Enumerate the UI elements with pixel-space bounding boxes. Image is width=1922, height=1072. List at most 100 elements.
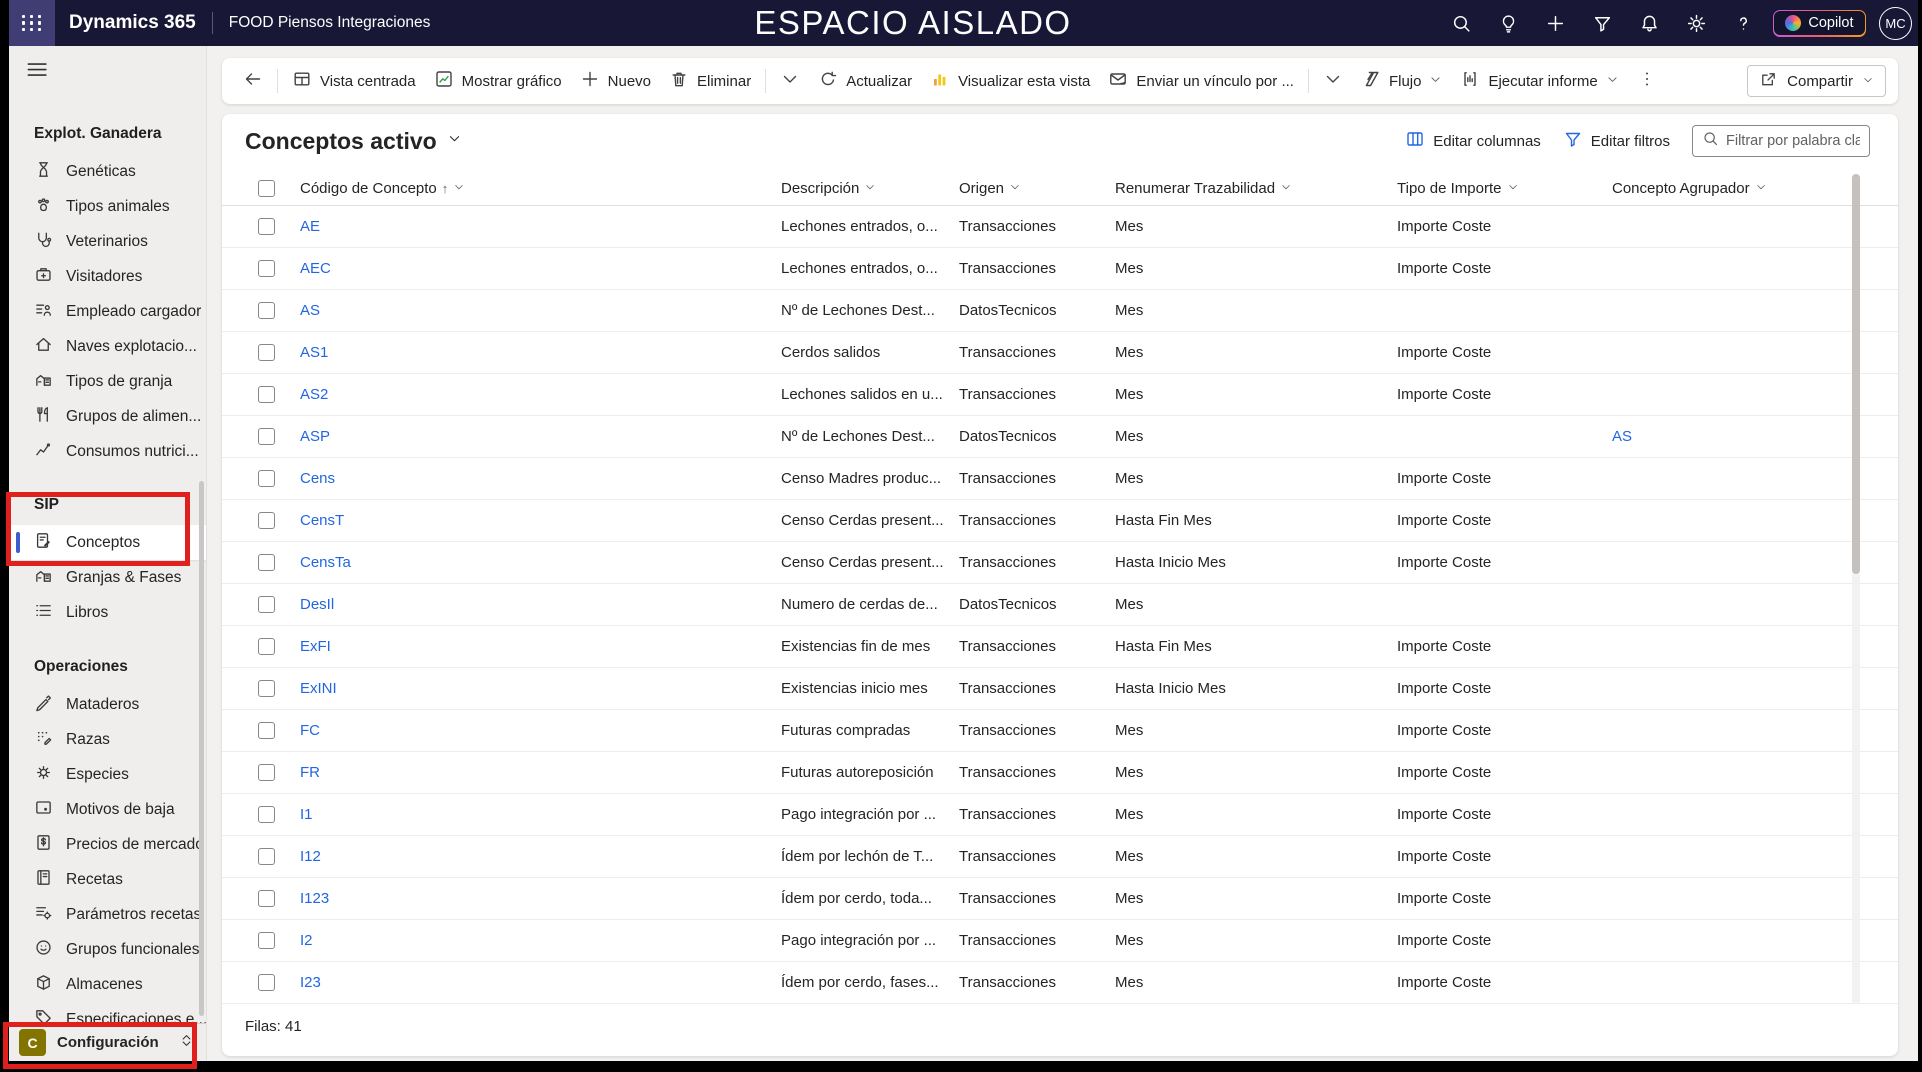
concept-code-link[interactable]: Cens (300, 470, 335, 487)
vista-centrada-button[interactable]: Vista centrada (283, 64, 425, 98)
row-checkbox[interactable] (258, 470, 275, 487)
sidebar-item-precios-de-mercado[interactable]: Precios de mercado (9, 827, 206, 862)
app-name[interactable]: Dynamics 365 (69, 12, 196, 34)
table-row[interactable]: AEC Lechones entrados, o... Transaccione… (222, 248, 1898, 290)
app-launcher-waffle-icon[interactable] (9, 0, 55, 46)
row-checkbox[interactable] (258, 428, 275, 445)
actualizar-button[interactable]: Actualizar (809, 64, 921, 98)
row-checkbox[interactable] (258, 722, 275, 739)
table-row[interactable]: AS1 Cerdos salidos Transacciones Mes Imp… (222, 332, 1898, 374)
row-checkbox[interactable] (258, 386, 275, 403)
concept-code-link[interactable]: CensT (300, 512, 344, 529)
row-checkbox[interactable] (258, 806, 275, 823)
sidebar-item-tipos-de-granja[interactable]: Tipos de granja (9, 364, 206, 399)
row-checkbox[interactable] (258, 596, 275, 613)
sidebar-item-granjas-&-fases[interactable]: Granjas & Fases (9, 560, 206, 595)
keyword-filter-input[interactable] (1726, 133, 1860, 149)
row-checkbox[interactable] (258, 260, 275, 277)
table-row[interactable]: ASP Nº de Lechones Dest... DatosTecnicos… (222, 416, 1898, 458)
row-checkbox[interactable] (258, 218, 275, 235)
row-checkbox[interactable] (258, 512, 275, 529)
concept-code-link[interactable]: AS1 (300, 344, 328, 361)
sidebar-item-conceptos[interactable]: Conceptos (9, 525, 206, 560)
sidebar-item-motivos-de-baja[interactable]: Motivos de baja (9, 792, 206, 827)
chevron-down-icon[interactable] (447, 131, 462, 151)
more-vertical-button[interactable] (1628, 64, 1666, 98)
table-scrollbar-thumb[interactable] (1852, 174, 1860, 574)
copilot-button[interactable]: Copilot (1773, 10, 1866, 37)
table-row[interactable]: ExFI Existencias fin de mes Transaccione… (222, 626, 1898, 668)
column-header-descripción[interactable]: Descripción (781, 180, 959, 197)
sidebar-area-switcher[interactable]: C Configuración (9, 1023, 206, 1061)
row-checkbox[interactable] (258, 302, 275, 319)
plus-icon[interactable] (1532, 0, 1579, 46)
concept-code-link[interactable]: I23 (300, 974, 321, 991)
concept-code-link[interactable]: DesIl (300, 596, 334, 613)
table-row[interactable]: FR Futuras autoreposición Transacciones … (222, 752, 1898, 794)
lightbulb-icon[interactable] (1485, 0, 1532, 46)
concept-code-link[interactable]: ExFI (300, 638, 331, 655)
table-row[interactable]: Cens Censo Madres produc... Transaccione… (222, 458, 1898, 500)
table-row[interactable]: I123 Ídem por cerdo, toda... Transaccion… (222, 878, 1898, 920)
sidebar-item-grupos-funcionales[interactable]: Grupos funcionales (9, 932, 206, 967)
table-row[interactable]: AS2 Lechones salidos en u... Transaccion… (222, 374, 1898, 416)
table-row[interactable]: I23 Ídem por cerdo, fases... Transaccion… (222, 962, 1898, 1004)
row-checkbox[interactable] (258, 932, 275, 949)
row-checkbox[interactable] (258, 890, 275, 907)
edit-filters-button[interactable]: Editar filtros (1563, 129, 1670, 153)
concept-code-link[interactable]: AE (300, 218, 320, 235)
column-header-renumerar-trazabilidad[interactable]: Renumerar Trazabilidad (1115, 180, 1397, 197)
chevron-down-button[interactable] (1314, 64, 1352, 98)
concept-code-link[interactable]: AS2 (300, 386, 328, 403)
row-checkbox[interactable] (258, 764, 275, 781)
concept-code-link[interactable]: I2 (300, 932, 313, 949)
concept-code-link[interactable]: AS (300, 302, 320, 319)
sidebar-item-especies[interactable]: Especies (9, 757, 206, 792)
sidebar-item-gen-ticas[interactable]: Genéticas (9, 154, 206, 189)
sidebar-item-naves-explotacio[interactable]: Naves explotacio... (9, 329, 206, 364)
select-all-checkbox[interactable] (258, 180, 275, 197)
row-checkbox[interactable] (258, 554, 275, 571)
row-checkbox[interactable] (258, 848, 275, 865)
view-selector-title[interactable]: Conceptos activo (245, 128, 437, 155)
back-button[interactable] (234, 64, 272, 98)
concepto-agrupador-link[interactable]: AS (1612, 428, 1632, 445)
sidebar-item-libros[interactable]: Libros (9, 595, 206, 630)
sidebar-item-grupos-de-alimen[interactable]: Grupos de alimen... (9, 399, 206, 434)
table-row[interactable]: AS Nº de Lechones Dest... DatosTecnicos … (222, 290, 1898, 332)
sidebar-item-almacenes[interactable]: Almacenes (9, 967, 206, 1002)
chevron-down-button[interactable] (771, 64, 809, 98)
search-icon[interactable] (1438, 0, 1485, 46)
mostrar-gráfico-button[interactable]: Mostrar gráfico (425, 64, 571, 98)
sidebar-item-especificaciones-e[interactable]: Especificaciones e... (9, 1002, 206, 1023)
table-row[interactable]: CensT Censo Cerdas present... Transaccio… (222, 500, 1898, 542)
row-checkbox[interactable] (258, 974, 275, 991)
concept-code-link[interactable]: I12 (300, 848, 321, 865)
concept-code-link[interactable]: I1 (300, 806, 313, 823)
ejecutar-informe-button[interactable]: Ejecutar informe (1451, 64, 1627, 98)
table-row[interactable]: FC Futuras compradas Transacciones Mes I… (222, 710, 1898, 752)
sidebar-item-tipos-animales[interactable]: Tipos animales (9, 189, 206, 224)
table-row[interactable]: I2 Pago integración por ... Transaccione… (222, 920, 1898, 962)
concept-code-link[interactable]: CensTa (300, 554, 351, 571)
table-row[interactable]: ExINI Existencias inicio mes Transaccion… (222, 668, 1898, 710)
table-row[interactable]: DesIl Numero de cerdas de... DatosTecnic… (222, 584, 1898, 626)
sidebar-item-par-metros-recetas[interactable]: Parámetros recetas (9, 897, 206, 932)
share-button[interactable]: Compartir (1747, 65, 1886, 97)
sidebar-item-mataderos[interactable]: Mataderos (9, 687, 206, 722)
sidebar-item-empleado-cargador[interactable]: Empleado cargador (9, 294, 206, 329)
eliminar-button[interactable]: Eliminar (660, 64, 760, 98)
column-header-tipo-de-importe[interactable]: Tipo de Importe (1397, 180, 1612, 197)
sidebar-scrollbar[interactable] (199, 481, 204, 1016)
concept-code-link[interactable]: FR (300, 764, 320, 781)
sidebar-item-recetas[interactable]: Recetas (9, 862, 206, 897)
help-icon[interactable] (1720, 0, 1767, 46)
concept-code-link[interactable]: ExINI (300, 680, 337, 697)
concept-code-link[interactable]: ASP (300, 428, 330, 445)
concept-code-link[interactable]: FC (300, 722, 320, 739)
concept-code-link[interactable]: I123 (300, 890, 329, 907)
visualizar-esta-vista-button[interactable]: Visualizar esta vista (921, 64, 1099, 98)
table-row[interactable]: I1 Pago integración por ... Transaccione… (222, 794, 1898, 836)
row-checkbox[interactable] (258, 680, 275, 697)
environment-name[interactable]: FOOD Piensos Integraciones (229, 14, 431, 32)
